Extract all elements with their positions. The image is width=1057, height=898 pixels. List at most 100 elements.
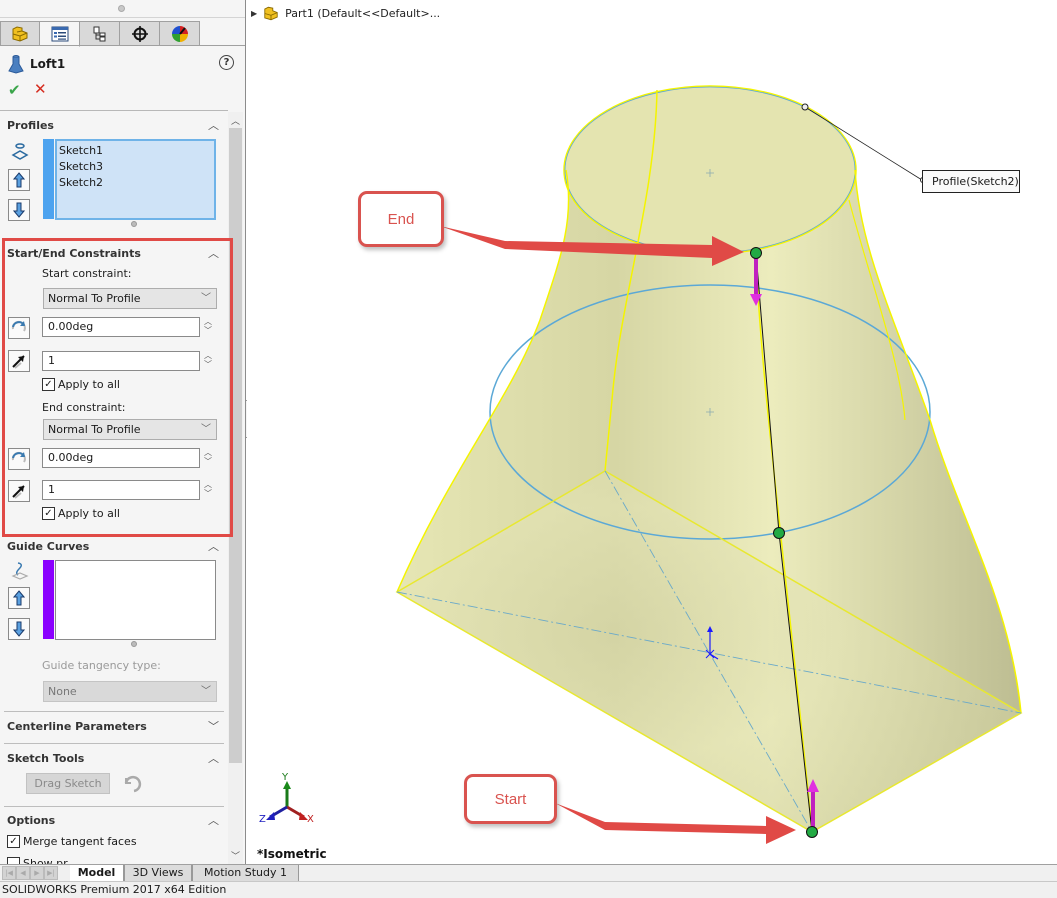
section-profiles-title[interactable]: Profiles [7,119,54,132]
spin-buttons[interactable]: ︿ ﹀ [202,480,214,500]
crosshair-icon [131,25,148,42]
tangent-length-button[interactable] [8,480,30,502]
guide-tangency-select[interactable]: None ﹀ [43,681,217,702]
spin-buttons[interactable]: ︿ ﹀ [202,351,214,371]
start-callout: Start [464,774,557,824]
list-resize-grip[interactable] [131,641,137,647]
last-tab-button[interactable]: ▶| [44,866,58,880]
checkbox-label: Show pr... [23,857,78,864]
drag-sketch-button[interactable]: Drag Sketch [26,773,110,794]
list-item[interactable]: Sketch1 [59,143,212,159]
view-triad[interactable] [266,781,308,820]
checkbox-checked-icon[interactable]: ✓ [42,507,55,520]
ok-button[interactable]: ✔ [8,81,21,99]
reverse-direction-button[interactable] [8,317,30,339]
arrow-down-icon [13,202,25,218]
move-down-button[interactable] [8,618,30,640]
checkbox-unchecked-icon[interactable] [7,857,20,864]
connector-point[interactable] [773,527,785,539]
spin-buttons[interactable]: ︿ ﹀ [202,317,214,337]
graphics-area[interactable]: ▶ Part1 (Default<<Default>... End Start … [247,0,1057,864]
collapse-chevron-icon[interactable]: ︿ [208,538,219,554]
end-constraint-value: Normal To Profile [48,423,141,436]
tab-3d-views[interactable]: 3D Views [124,865,192,881]
profiles-list[interactable]: Sketch1 Sketch3 Sketch2 [55,139,216,220]
start-connector-point[interactable] [806,826,818,838]
tangent-length-button[interactable] [8,350,30,372]
end-draft-angle-input[interactable]: 0.00deg [42,448,200,468]
chevron-down-icon: ﹀ [201,686,211,697]
section-guide-curves-title[interactable]: Guide Curves [7,540,89,553]
collapse-chevron-icon[interactable]: ︿ [208,117,219,133]
appearance-icon [171,25,188,42]
undo-sketch-drag-icon[interactable] [122,774,142,794]
guide-curve-icon [11,562,29,580]
end-callout: End [358,191,444,247]
divider [0,17,245,18]
scroll-up-button[interactable]: ︿ [229,114,242,128]
solidworks-window: Loft1 ? ✔ ✕ ︿ ﹀ Profiles ︿ Sketch1 Sketc… [0,0,1057,898]
start-tangent-length-input[interactable]: 1 [42,351,200,371]
section-sketch-tools-title[interactable]: Sketch Tools [7,752,84,765]
scroll-down-button[interactable]: ﹀ [229,849,242,863]
list-item[interactable]: Sketch2 [59,175,212,191]
show-preview-checkbox[interactable]: Show pr... [7,857,77,864]
list-item[interactable]: Sketch3 [59,159,212,175]
tab-dimxpert-manager[interactable] [120,21,160,46]
section-constraints-title[interactable]: Start/End Constraints [7,247,141,260]
guide-curves-color-bar [43,560,54,639]
profiles-color-bar [43,139,54,219]
start-draft-angle-input[interactable]: 0.00deg [42,317,200,337]
help-button[interactable]: ? [219,55,234,70]
arrow-down-icon [13,621,25,637]
collapse-chevron-icon[interactable]: ︿ [208,750,219,766]
guide-tangency-value: None [48,685,77,698]
tab-property-manager[interactable] [40,21,80,47]
move-up-button[interactable] [8,587,30,609]
next-tab-button[interactable]: ▶ [30,866,44,880]
collapse-chevron-icon[interactable]: ︿ [208,245,219,261]
end-constraint-select[interactable]: Normal To Profile ﹀ [43,419,217,440]
tabs-baseline [0,45,245,46]
move-up-button[interactable] [8,169,30,191]
guide-curves-list[interactable] [55,560,216,640]
merge-tangent-faces-checkbox[interactable]: ✓ Merge tangent faces [7,835,137,848]
tab-motion-study-1[interactable]: Motion Study 1 [192,865,299,881]
section-centerline-title[interactable]: Centerline Parameters [7,720,147,733]
start-apply-to-all-checkbox[interactable]: ✓ Apply to all [42,378,120,391]
prev-tab-button[interactable]: ◀ [16,866,30,880]
view-orientation-label: *Isometric [257,847,327,861]
panel-resize-grip[interactable] [118,5,125,12]
reverse-direction-button[interactable] [8,448,30,470]
part-icon [12,25,28,42]
tab-feature-manager[interactable] [0,21,40,46]
collapse-chevron-icon[interactable]: ︿ [208,812,219,828]
profile-tag[interactable]: Profile(Sketch2) [922,170,1020,193]
tab-model[interactable]: Model [70,865,124,881]
tangent-length-icon [12,485,25,499]
end-tangent-length-input[interactable]: 1 [42,480,200,500]
first-tab-button[interactable]: |◀ [2,866,16,880]
configuration-icon [93,26,105,41]
list-resize-grip[interactable] [131,221,137,227]
tab-configuration-manager[interactable] [80,21,120,46]
triad-x-label: X [307,814,314,825]
divider [0,110,228,111]
divider [4,806,224,807]
leader-anchor-point [801,103,809,111]
rotate-icon [11,320,26,332]
loft-model[interactable] [247,0,1057,864]
checkbox-checked-icon[interactable]: ✓ [42,378,55,391]
start-constraint-select[interactable]: Normal To Profile ﹀ [43,288,217,309]
checkbox-checked-icon[interactable]: ✓ [7,835,20,848]
end-connector-point[interactable] [750,247,762,259]
spin-buttons[interactable]: ︿ ﹀ [202,448,214,468]
expand-chevron-icon[interactable]: ﹀ [208,718,219,734]
cancel-button[interactable]: ✕ [34,80,47,98]
end-apply-to-all-checkbox[interactable]: ✓ Apply to all [42,507,120,520]
tab-display-manager[interactable] [160,21,200,46]
section-options-title[interactable]: Options [7,814,55,827]
arrow-up-icon [13,172,25,188]
move-down-button[interactable] [8,199,30,221]
profile-icon [11,143,29,160]
